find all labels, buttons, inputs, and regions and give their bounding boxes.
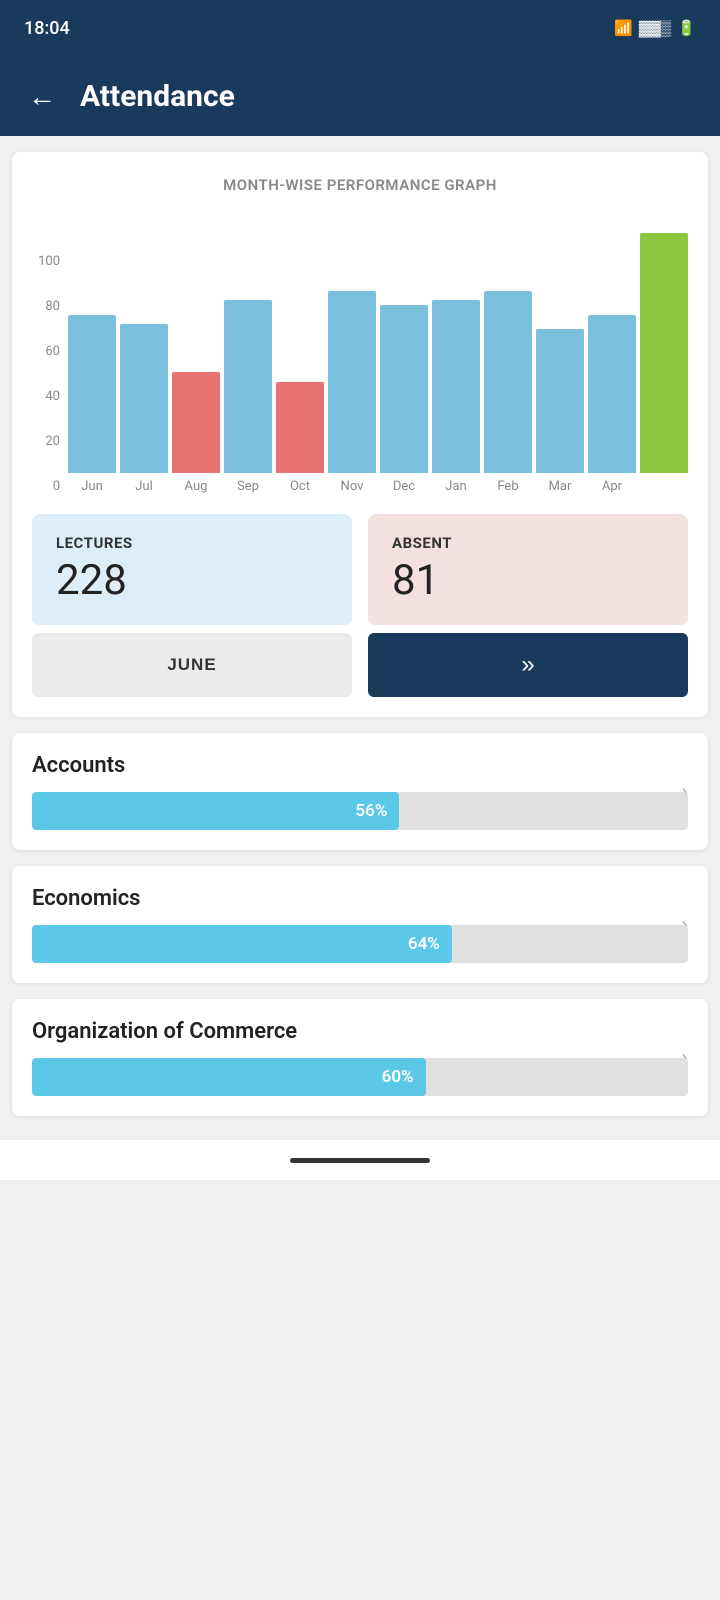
lectures-label: LECTURES xyxy=(56,534,328,552)
progress-bar-bg: 60% xyxy=(32,1058,688,1096)
bar-jul xyxy=(120,233,168,473)
bar-jan xyxy=(432,233,480,473)
bar-dec xyxy=(380,233,428,473)
bar-oct xyxy=(276,233,324,473)
stats-row: LECTURES 228 ABSENT 81 xyxy=(32,514,688,625)
bar-aug xyxy=(172,233,220,473)
subject-name: Organization of Commerce xyxy=(32,1019,688,1044)
absent-value: 81 xyxy=(392,556,664,605)
subject-name: Economics xyxy=(32,886,688,911)
wifi-icon: 📶 xyxy=(614,19,633,37)
progress-bar-fill: 64% xyxy=(32,925,452,963)
status-icons: 📶 ▓▓▒ 🔋 xyxy=(614,19,696,37)
header: ← Attendance xyxy=(0,56,720,136)
subject-card-org-commerce[interactable]: › Organization of Commerce 60% xyxy=(12,999,708,1116)
progress-bar-bg: 64% xyxy=(32,925,688,963)
bar-apr2 xyxy=(640,233,688,473)
bar-nov xyxy=(328,233,376,473)
progress-pct: 64% xyxy=(408,934,440,954)
chart-area: Jun Jul Aug Sep Oct Nov Dec Jan Feb Mar … xyxy=(68,233,688,494)
progress-pct: 60% xyxy=(382,1067,414,1087)
bar-feb xyxy=(484,233,532,473)
bar-apr1 xyxy=(588,233,636,473)
chart-title: MONTH-WISE PERFORMANCE GRAPH xyxy=(32,176,688,194)
progress-bar-bg: 56% xyxy=(32,792,688,830)
battery-icon: 🔋 xyxy=(677,19,696,37)
progress-bar-fill: 56% xyxy=(32,792,399,830)
bottom-bar xyxy=(0,1140,720,1180)
bars-row xyxy=(68,233,688,473)
progress-pct: 56% xyxy=(355,801,387,821)
bar-jun xyxy=(68,233,116,473)
subject-card-economics[interactable]: › Economics 64% xyxy=(12,866,708,983)
month-button[interactable]: JUNE xyxy=(32,633,352,697)
page-title: Attendance xyxy=(80,79,235,114)
signal-icon: ▓▓▒ xyxy=(639,19,672,37)
bar-sep xyxy=(224,233,272,473)
controls-row: JUNE » xyxy=(32,633,688,697)
status-bar: 18:04 📶 ▓▓▒ 🔋 xyxy=(0,0,720,56)
lectures-card: LECTURES 228 xyxy=(32,514,352,625)
chart-card: MONTH-WISE PERFORMANCE GRAPH 0 20 40 60 … xyxy=(12,152,708,717)
subject-name: Accounts xyxy=(32,753,688,778)
subject-card-accounts[interactable]: › Accounts 56% xyxy=(12,733,708,850)
bar-chart: 0 20 40 60 80 100 xyxy=(32,214,688,494)
x-axis: Jun Jul Aug Sep Oct Nov Dec Jan Feb Mar … xyxy=(68,479,688,494)
absent-card: ABSENT 81 xyxy=(368,514,688,625)
home-indicator xyxy=(290,1158,430,1163)
main-content: MONTH-WISE PERFORMANCE GRAPH 0 20 40 60 … xyxy=(0,136,720,1132)
progress-bar-fill: 60% xyxy=(32,1058,426,1096)
bar-mar xyxy=(536,233,584,473)
status-time: 18:04 xyxy=(24,18,70,39)
lectures-value: 228 xyxy=(56,556,328,605)
back-button[interactable]: ← xyxy=(28,80,56,113)
next-button[interactable]: » xyxy=(368,633,688,697)
y-axis: 0 20 40 60 80 100 xyxy=(32,254,68,494)
absent-label: ABSENT xyxy=(392,534,664,552)
next-icon: » xyxy=(521,651,534,679)
